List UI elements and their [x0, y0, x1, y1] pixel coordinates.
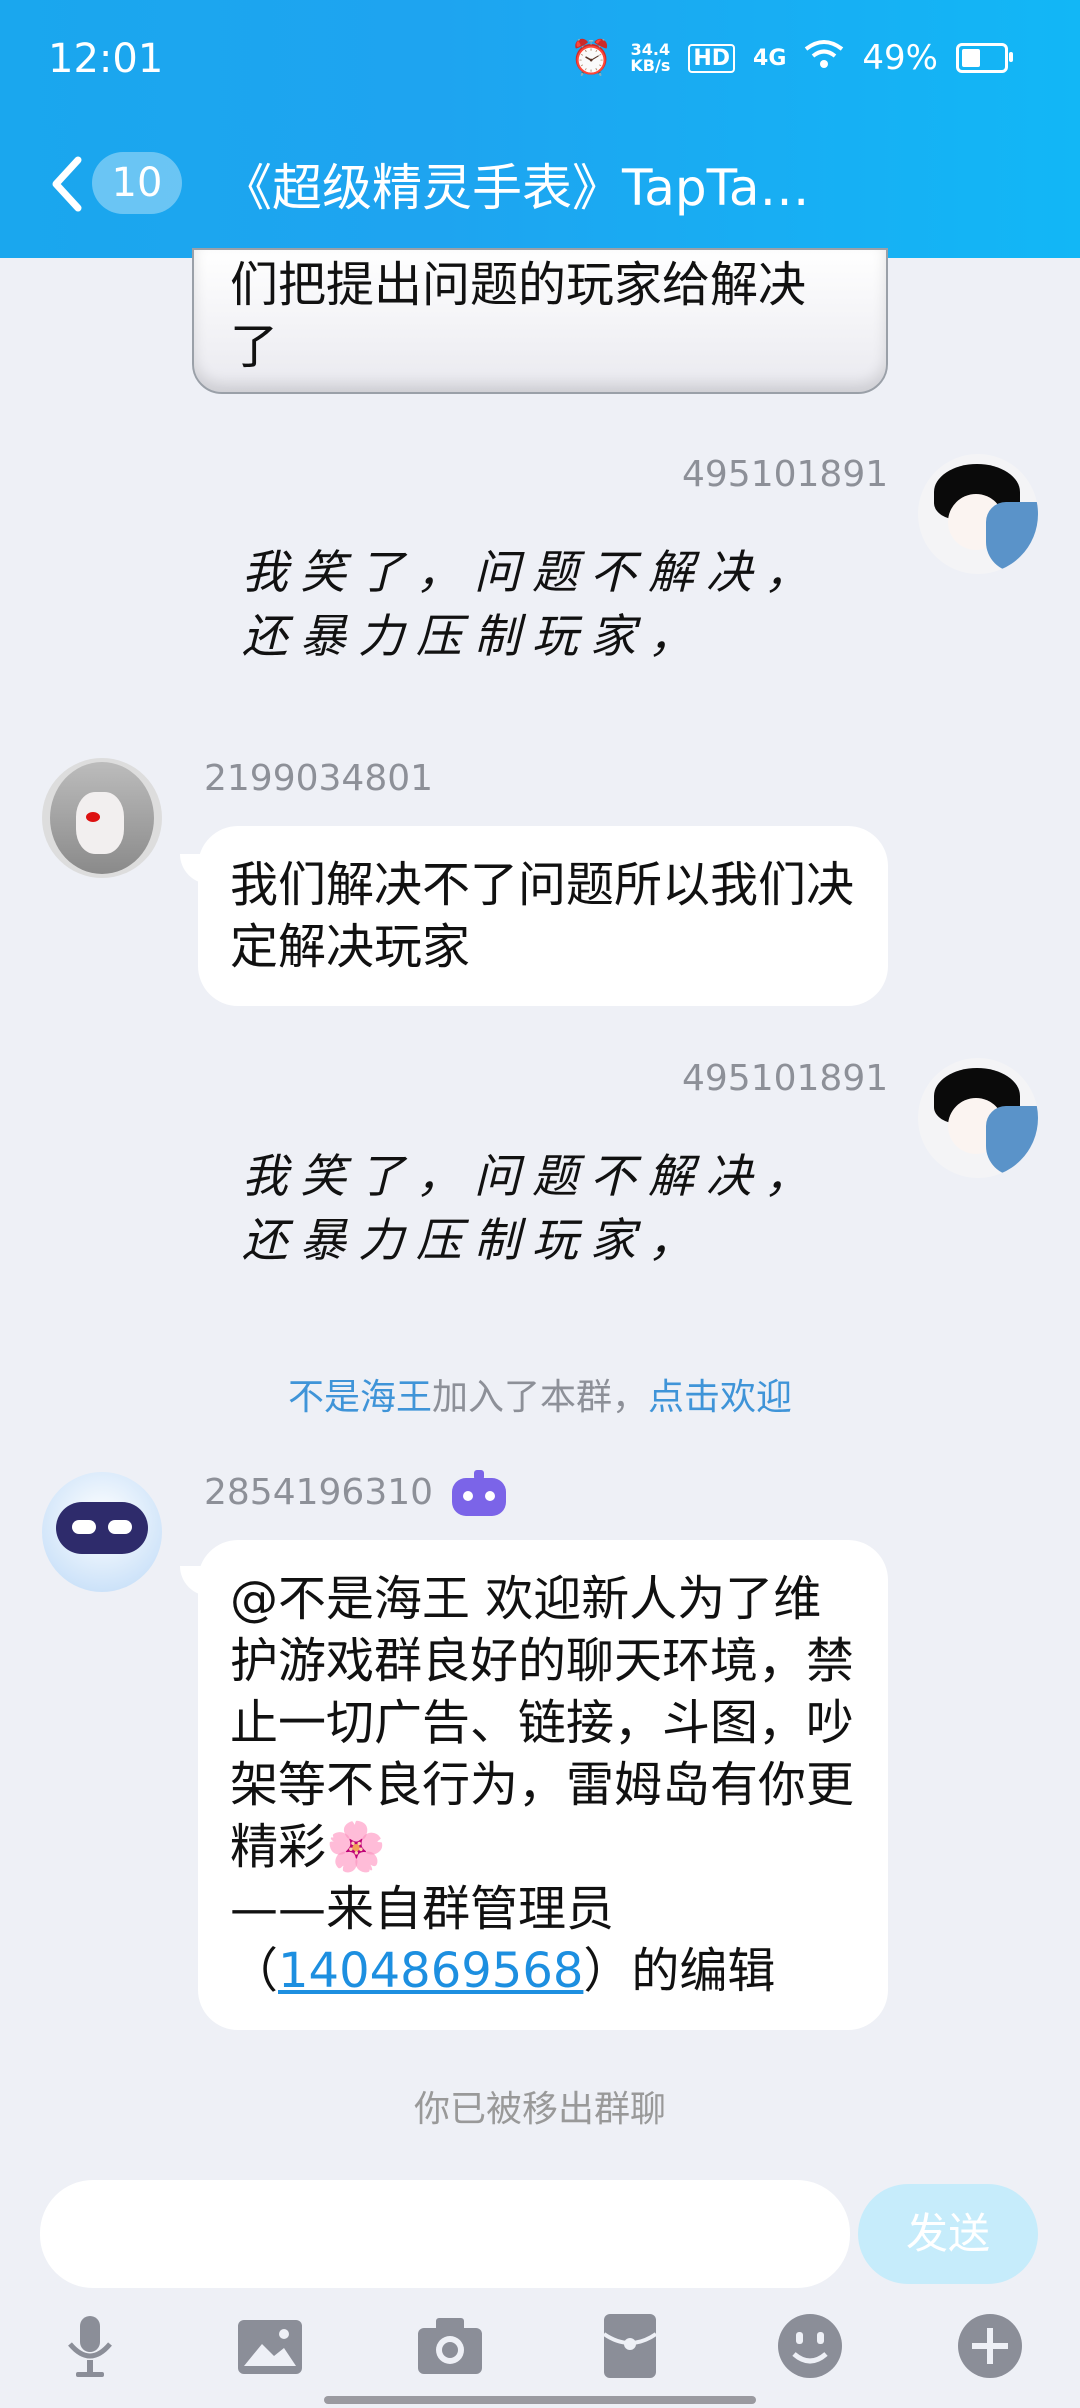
back-chevron-icon[interactable] [48, 154, 88, 214]
unread-count-badge[interactable]: 10 [92, 152, 182, 214]
editor-line: （1404869568）的编辑 [230, 1940, 856, 2002]
camera-icon[interactable] [414, 2310, 486, 2382]
battery-fill [962, 49, 980, 67]
previous-message-bubble[interactable]: 们把提出问题的玩家给解决了 [192, 248, 888, 394]
image-icon[interactable] [234, 2310, 306, 2382]
status-bar-icons: ⏰ 34.4 KB/s HD 4G 49% [570, 38, 1013, 78]
robot-badge-icon [448, 1470, 510, 1520]
paren-open: （ [230, 1943, 279, 1999]
message-bubble[interactable]: @不是海王 欢迎新人为了维护游戏群良好的聊天环境，禁止一切广告、链接，斗图，吵架… [198, 1540, 888, 2030]
avatar[interactable] [918, 1058, 1038, 1178]
message-signature: ——来自群管理员 [230, 1881, 615, 1937]
avatar-face [76, 792, 124, 854]
join-text: 加入了本群， [431, 1377, 648, 1418]
bot-visor [56, 1502, 148, 1554]
emoji-icon[interactable] [774, 2310, 846, 2382]
battery-percent: 49% [862, 38, 938, 78]
welcome-message-text: @不是海王 欢迎新人为了维护游戏群良好的聊天环境，禁止一切广告、链接，斗图，吵架… [230, 1571, 855, 1875]
message-bubble[interactable]: 我们解决不了问题所以我们决定解决玩家 [198, 826, 888, 1006]
bot-eye [72, 1520, 96, 1534]
network-speed: 34.4 KB/s [630, 42, 670, 74]
network-speed-unit: KB/s [630, 56, 671, 75]
avatar[interactable] [918, 454, 1038, 574]
red-packet-icon[interactable] [594, 2310, 666, 2382]
alarm-icon: ⏰ [570, 38, 613, 78]
join-notice: 不是海王加入了本群，点击欢迎 [0, 1368, 1080, 1420]
sender-id: 2854196310 [204, 1472, 434, 1513]
bot-eye [108, 1520, 132, 1534]
microphone-icon[interactable] [54, 2310, 126, 2382]
home-indicator[interactable] [324, 2396, 756, 2404]
qq-number-link[interactable]: 1404869568 [278, 1943, 583, 1999]
chat-title[interactable]: 《超级精灵手表》TapTa… [222, 148, 810, 220]
avatar-scarf [986, 502, 1038, 572]
sender-id: 495101891 [682, 1058, 889, 1099]
previous-message-text: 们把提出问题的玩家给解决了 [230, 257, 807, 375]
nav-bar: 10 《超级精灵手表》TapTa… [0, 140, 1080, 230]
bot-avatar[interactable] [42, 1472, 162, 1592]
sender-id: 2199034801 [204, 758, 434, 799]
sender-id: 495101891 [682, 454, 889, 495]
avatar[interactable] [42, 758, 162, 878]
input-toolbar [0, 2310, 1080, 2390]
battery-icon [956, 43, 1013, 73]
welcome-link[interactable]: 点击欢迎 [648, 1377, 792, 1418]
hd-icon: HD [688, 43, 736, 73]
new-member-link[interactable]: 不是海王 [288, 1377, 432, 1418]
message-text[interactable]: 我笑了，问题不解决，还暴力压制玩家， [242, 540, 862, 668]
message-text[interactable]: 我笑了，问题不解决，还暴力压制玩家， [242, 1144, 862, 1272]
removed-notice: 你已被移出群聊 [413, 2089, 666, 2130]
message-input[interactable] [40, 2180, 850, 2288]
header: 12:01 ⏰ 34.4 KB/s HD 4G 49% 10 《超级精灵手表》T… [0, 0, 1080, 258]
send-button[interactable]: 发送 [858, 2184, 1038, 2284]
wifi-icon [804, 38, 844, 78]
avatar-scarf [986, 1106, 1038, 1176]
message-list[interactable]: 们把提出问题的玩家给解决了 495101891 我笑了，问题不解决，还暴力压制玩… [0, 248, 1080, 2178]
status-time: 12:01 [48, 36, 164, 82]
signal-4g-icon: 4G [753, 45, 787, 71]
avatar-eye [86, 812, 100, 822]
plus-icon[interactable] [954, 2310, 1026, 2382]
editor-suffix: ）的编辑 [583, 1943, 776, 1999]
